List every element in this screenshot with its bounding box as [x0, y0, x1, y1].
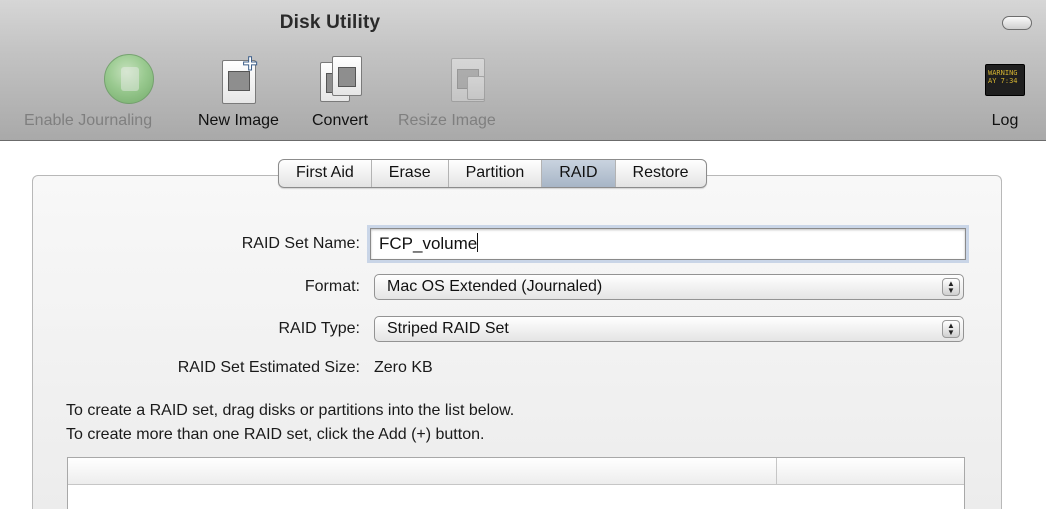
list-column-header-size[interactable]	[777, 458, 964, 484]
new-image-button[interactable]: + New Image	[198, 50, 279, 130]
log-label: Log	[991, 112, 1019, 129]
format-selected-value: Mac OS Extended (Journaled)	[387, 278, 603, 295]
select-stepper-icon: ▲ ▼	[942, 278, 960, 296]
enable-journaling-label: Enable Journaling	[24, 112, 153, 129]
new-image-label: New Image	[198, 112, 279, 129]
raid-type-selected-value: Striped RAID Set	[387, 320, 509, 337]
tab-bar: First Aid Erase Partition RAID Restore	[278, 159, 707, 188]
estimated-size-label: RAID Set Estimated Size:	[177, 359, 360, 376]
select-stepper-icon: ▲ ▼	[942, 320, 960, 338]
raid-disk-list[interactable]	[67, 457, 965, 509]
tab-erase[interactable]: Erase	[372, 160, 449, 187]
raid-type-label: RAID Type:	[278, 320, 360, 337]
resize-image-button[interactable]: Resize Image	[398, 50, 496, 130]
list-column-header-name[interactable]	[68, 458, 777, 484]
convert-icon	[310, 50, 370, 108]
raid-set-name-value: FCP_volume	[379, 234, 478, 253]
new-image-icon: +	[208, 50, 268, 108]
raid-type-select[interactable]: Striped RAID Set ▲ ▼	[374, 316, 964, 342]
tab-partition[interactable]: Partition	[449, 160, 543, 187]
log-icon: WARNING AY 7:34	[975, 50, 1035, 108]
window-toolbar: Disk Utility Enable Journaling + New Ima…	[0, 0, 1046, 141]
list-header	[68, 458, 964, 485]
tab-first-aid[interactable]: First Aid	[279, 160, 372, 187]
format-label: Format:	[304, 278, 360, 295]
raid-set-name-field[interactable]: FCP_volume	[370, 228, 966, 260]
text-caret	[477, 233, 479, 252]
raid-help-text-2: To create more than one RAID set, click …	[66, 426, 485, 443]
raid-set-name-label: RAID Set Name:	[241, 235, 360, 252]
resize-image-label: Resize Image	[398, 112, 496, 129]
raid-help-text-1: To create a RAID set, drag disks or part…	[66, 402, 515, 419]
tab-restore[interactable]: Restore	[616, 160, 706, 187]
convert-button[interactable]: Convert	[310, 50, 370, 130]
tab-raid[interactable]: RAID	[542, 160, 616, 187]
log-button[interactable]: WARNING AY 7:34 Log	[975, 50, 1035, 130]
resize-image-icon	[417, 50, 485, 108]
format-select[interactable]: Mac OS Extended (Journaled) ▲ ▼	[374, 274, 964, 300]
enable-journaling-button[interactable]: Enable Journaling	[24, 50, 155, 130]
toolbar-toggle-button[interactable]	[1002, 16, 1032, 30]
estimated-size-value: Zero KB	[374, 359, 433, 376]
convert-label: Convert	[311, 112, 369, 129]
enable-journaling-icon	[58, 50, 155, 108]
window-title: Disk Utility	[279, 12, 381, 33]
